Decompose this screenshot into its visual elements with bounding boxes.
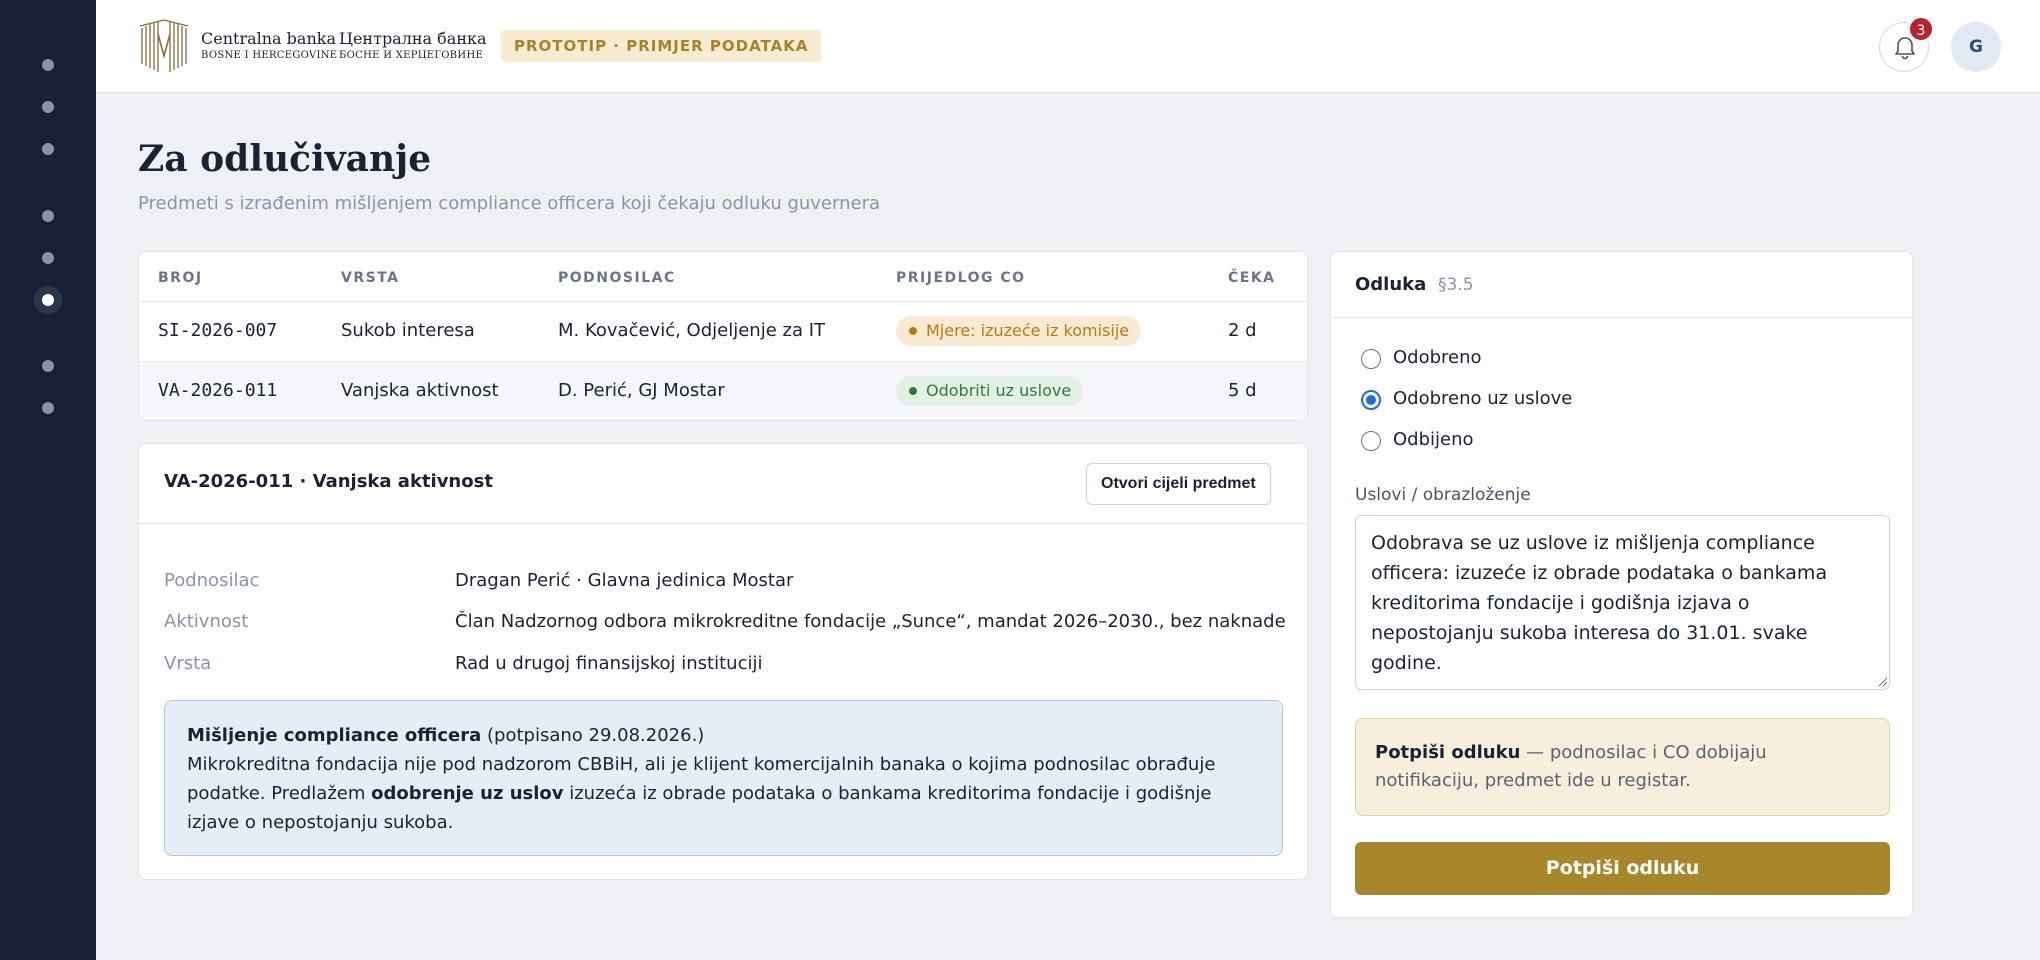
sidebar	[0, 0, 96, 960]
cell-ceka: 5 d	[1228, 380, 1257, 401]
field-value-aktivnost: Član Nadzornog odbora mikrokreditne fond…	[455, 611, 1286, 632]
page-subtitle: Predmeti s izrađenim mišljenjem complian…	[138, 193, 881, 214]
field-value-podnosilac: Dragan Perić · Glavna jedinica Mostar	[455, 570, 794, 591]
cell-vrsta: Sukob interesa	[341, 320, 475, 341]
decision-panel: Odluka §3.5 Odobreno Odobreno uz uslove …	[1330, 251, 1913, 918]
prototype-badge: PROTOTIP · PRIMJER PODATAKA	[501, 30, 822, 62]
brand-cyrillic-line1: Централна банка	[339, 29, 487, 48]
sidebar-item-7[interactable]	[42, 360, 54, 372]
field-value-vrsta: Rad u drugoj finansijskoj instituciji	[455, 653, 763, 674]
cell-podnosilac: M. Kovačević, Odjeljenje za IT	[558, 320, 825, 341]
radio-label: Odobreno	[1393, 347, 1482, 368]
sidebar-item-5[interactable]	[42, 252, 54, 264]
conditions-label: Uslovi / obrazloženje	[1355, 485, 1531, 505]
field-label-aktivnost: Aktivnost	[164, 611, 249, 632]
radio-button[interactable]	[1361, 349, 1381, 369]
sidebar-item-4[interactable]	[42, 210, 54, 222]
cell-ceka: 2 d	[1228, 320, 1257, 341]
cell-broj: VA-2026-011	[158, 380, 278, 401]
brand-cyrillic: Централна банка БОСНЕ И ХЕРЦЕГОВИНЕ	[339, 30, 487, 64]
table-row-selected[interactable]: VA-2026-011 Vanjska aktivnost D. Perić, …	[139, 361, 1307, 420]
sidebar-item-1[interactable]	[42, 59, 54, 71]
opinion-heading: Mišljenje compliance officera	[187, 725, 482, 746]
user-avatar[interactable]: G	[1951, 22, 2001, 72]
compliance-opinion-box: Mišljenje compliance officera (potpisano…	[164, 700, 1283, 856]
top-header: Centralna banka BOSNE I HERCEGOVINE Цент…	[96, 0, 2040, 93]
opinion-signed-date: (potpisano 29.08.2026.)	[487, 725, 705, 746]
cell-vrsta: Vanjska aktivnost	[341, 380, 499, 401]
column-header-ceka: ČEKA	[1228, 270, 1276, 286]
sidebar-item-8[interactable]	[42, 402, 54, 414]
resize-handle-icon[interactable]	[1878, 677, 1888, 687]
conditions-textarea[interactable]: Odobrava se uz uslove iz mišljenja compl…	[1355, 515, 1890, 690]
decision-title: Odluka	[1355, 274, 1427, 295]
brand-latin: Centralna banka BOSNE I HERCEGOVINE	[201, 30, 337, 64]
sign-note-bold: Potpiši odluku	[1375, 742, 1521, 763]
decision-section-ref: §3.5	[1438, 275, 1474, 295]
detail-header: VA-2026-011 · Vanjska aktivnost Otvori c…	[139, 444, 1307, 524]
column-header-podnosilac: PODNOSILAC	[558, 270, 676, 286]
sidebar-item-2[interactable]	[42, 101, 54, 113]
sidebar-item-6-active[interactable]	[42, 294, 54, 306]
status-pill-success: Odobriti uz uslove	[896, 376, 1084, 406]
opinion-text-bold: odobrenje uz uslov	[371, 783, 564, 804]
column-header-vrsta: VRSTA	[341, 270, 400, 286]
brand-latin-line1: Centralna banka	[201, 29, 336, 48]
field-label-vrsta: Vrsta	[164, 653, 212, 674]
radio-button[interactable]	[1361, 431, 1381, 451]
cbbh-logo-icon	[139, 19, 189, 72]
radio-label: Odbijeno	[1393, 429, 1474, 450]
brand-cyrillic-line2: БОСНЕ И ХЕРЦЕГОВИНЕ	[339, 50, 484, 61]
sign-info-note: Potpiši odluku — podnosilac i CO dobijaj…	[1355, 718, 1890, 816]
brand-latin-line2: BOSNE I HERCEGOVINE	[201, 50, 338, 61]
sign-decision-button[interactable]: Potpiši odluku	[1355, 842, 1890, 895]
notification-count-badge: 3	[1908, 16, 1934, 42]
open-case-button[interactable]: Otvori cijeli predmet	[1086, 463, 1271, 505]
detail-title: VA-2026-011 · Vanjska aktivnost	[164, 471, 493, 492]
cell-broj: SI-2026-007	[158, 320, 278, 341]
field-label-podnosilac: Podnosilac	[164, 570, 260, 591]
sidebar-item-3[interactable]	[42, 143, 54, 155]
table-row[interactable]: SI-2026-007 Sukob interesa M. Kovačević,…	[139, 301, 1307, 361]
radio-button-selected[interactable]	[1361, 390, 1381, 410]
page-title: Za odlučivanje	[138, 138, 432, 180]
column-header-prijedlog: PRIJEDLOG CO	[896, 270, 1026, 286]
radio-label: Odobreno uz uslove	[1393, 388, 1573, 409]
decision-header: Odluka §3.5	[1331, 252, 1912, 318]
status-pill-warning: Mjere: izuzeće iz komisije	[896, 316, 1142, 346]
cell-podnosilac: D. Perić, GJ Mostar	[558, 380, 725, 401]
column-header-broj: BROJ	[158, 270, 203, 286]
case-detail-card: VA-2026-011 · Vanjska aktivnost Otvori c…	[138, 443, 1308, 880]
cases-table: BROJ VRSTA PODNOSILAC PRIJEDLOG CO ČEKA …	[138, 251, 1308, 421]
